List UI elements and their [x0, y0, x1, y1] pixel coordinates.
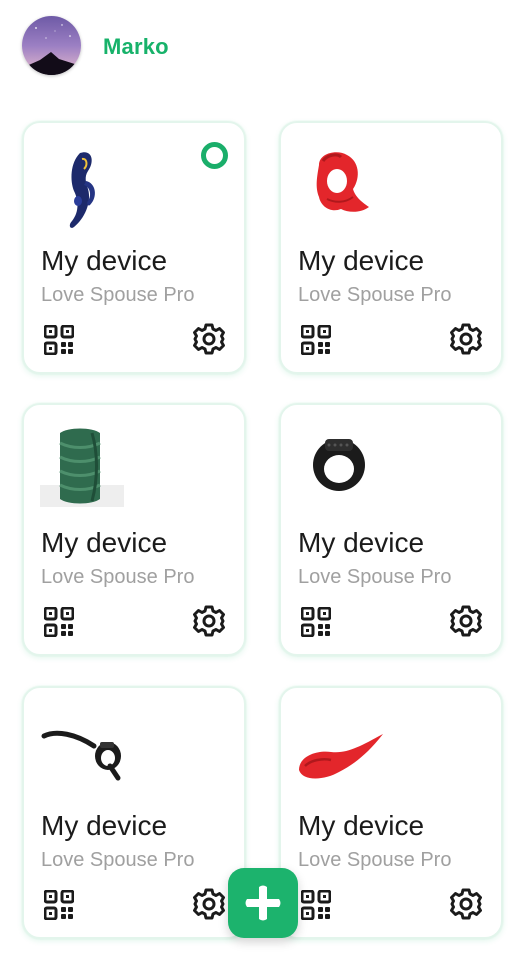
device-card[interactable]: My device Love Spouse Pro	[22, 121, 246, 374]
gear-icon[interactable]	[192, 604, 226, 638]
qr-code-icon[interactable]	[300, 889, 332, 921]
device-card[interactable]: My device Love Spouse Pro	[22, 403, 246, 656]
device-card[interactable]: My device Love Spouse Pro	[279, 686, 503, 939]
device-model: Love Spouse Pro	[41, 566, 195, 588]
device-name: My device	[298, 527, 425, 558]
gear-icon[interactable]	[449, 322, 483, 356]
device-name: My device	[41, 245, 168, 276]
blue-vibrator-icon	[40, 141, 128, 231]
device-name: My device	[41, 810, 168, 841]
gear-icon[interactable]	[192, 887, 226, 921]
qr-code-icon[interactable]	[43, 324, 75, 356]
device-card[interactable]: My device Love Spouse Pro	[279, 403, 503, 656]
red-egg-icon	[297, 706, 385, 796]
device-name: My device	[298, 245, 425, 276]
device-model: Love Spouse Pro	[298, 566, 452, 588]
device-model: Love Spouse Pro	[298, 284, 452, 306]
red-ring-icon	[297, 141, 385, 231]
qr-code-icon[interactable]	[43, 889, 75, 921]
device-model: Love Spouse Pro	[298, 849, 452, 871]
device-card[interactable]: My device Love Spouse Pro	[22, 686, 246, 939]
gear-icon[interactable]	[449, 604, 483, 638]
gear-icon[interactable]	[449, 887, 483, 921]
qr-code-icon[interactable]	[43, 606, 75, 638]
qr-code-icon[interactable]	[300, 606, 332, 638]
device-model: Love Spouse Pro	[41, 284, 195, 306]
device-name: My device	[41, 527, 168, 558]
avatar[interactable]	[22, 16, 81, 75]
device-list-screen: Marko My device Love Spouse Pro My devic…	[0, 0, 521, 960]
device-name: My device	[298, 810, 425, 841]
plus-icon	[245, 885, 281, 921]
device-card[interactable]: My device Love Spouse Pro	[279, 121, 503, 374]
connected-status-indicator	[201, 142, 228, 169]
green-sleeve-icon	[40, 423, 128, 513]
gear-icon[interactable]	[192, 322, 226, 356]
username: Marko	[103, 34, 169, 59]
device-model: Love Spouse Pro	[41, 849, 195, 871]
night-sky-mountain-avatar-icon	[22, 16, 81, 75]
add-device-button[interactable]	[228, 868, 298, 938]
black-ring-icon	[297, 423, 385, 513]
qr-code-icon[interactable]	[300, 324, 332, 356]
black-strap-ring-icon	[40, 706, 128, 796]
header: Marko	[0, 0, 521, 100]
